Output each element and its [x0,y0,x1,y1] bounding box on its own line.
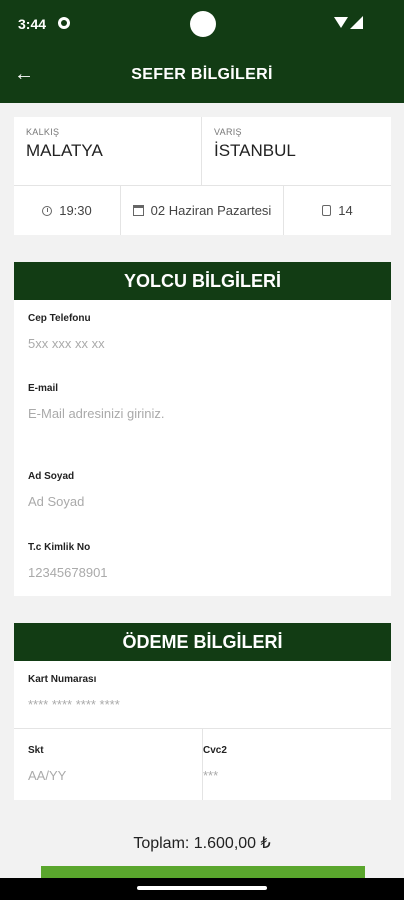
payment-form: Kart Numarası **** **** **** **** Skt AA… [14,661,391,800]
card-number-input[interactable]: **** **** **** **** [28,697,378,712]
page-title: SEFER BİLGİLERİ [131,66,273,83]
phone-input[interactable]: 5xx xxx xx xx [28,336,378,351]
wifi-icon [334,17,348,28]
trip-date: 02 Haziran Pazartesi [121,186,284,235]
trip-summary-card: KALKIŞ MALATYA VARIŞ İSTANBUL 19:30 02 H… [14,117,391,235]
cvc-label: Cvc2 [203,745,227,756]
card-number-field[interactable]: Kart Numarası **** **** **** **** [28,674,378,712]
tc-id-field[interactable]: T.c Kimlik No 12345678901 [28,542,378,580]
card-number-label: Kart Numarası [28,674,97,685]
arrival-city: İSTANBUL [214,141,296,160]
phone-label: Cep Telefonu [28,313,91,324]
passenger-form: Cep Telefonu 5xx xxx xx xx E-mail E-Mail… [14,300,391,596]
navigation-bar [0,878,404,900]
app-bar: ← SEFER BİLGİLERİ [0,48,404,103]
trip-time: 19:30 [14,186,121,235]
trip-time-value: 19:30 [59,203,92,218]
expiry-input[interactable]: AA/YY [28,768,188,783]
name-label: Ad Soyad [28,471,75,482]
trip-seat: 14 [284,186,391,235]
departure-label: KALKIŞ [26,127,60,137]
name-field[interactable]: Ad Soyad Ad Soyad [28,471,378,509]
expiry-field[interactable]: Skt AA/YY [28,745,188,783]
seat-icon [322,205,332,216]
status-time: 3:44 [18,16,47,32]
name-input[interactable]: Ad Soyad [28,494,378,509]
expiry-label: Skt [28,745,44,756]
email-field[interactable]: E-mail E-Mail adresinizi giriniz. [28,383,378,421]
camera-cutout [190,11,216,37]
clock-icon [42,205,53,216]
arrival-cell: VARIŞ İSTANBUL [202,117,391,185]
signal-icon [350,16,363,29]
cvc-input[interactable]: *** [203,768,363,783]
sync-icon [58,17,70,29]
email-label: E-mail [28,383,59,394]
departure-cell: KALKIŞ MALATYA [14,117,202,185]
tc-id-input[interactable]: 12345678901 [28,565,378,580]
status-bar: 3:44 [0,0,404,48]
pay-button[interactable] [41,866,365,878]
trip-date-value: 02 Haziran Pazartesi [150,203,272,218]
total-amount: Toplam: 1.600,00 ₺ [133,835,271,852]
email-input[interactable]: E-Mail adresinizi giriniz. [28,406,378,421]
phone-field[interactable]: Cep Telefonu 5xx xxx xx xx [28,313,378,351]
arrival-label: VARIŞ [214,127,242,137]
passenger-section-heading: YOLCU BİLGİLERİ [14,262,391,300]
trip-seat-value: 14 [338,203,353,218]
calendar-icon [132,205,144,216]
departure-city: MALATYA [26,141,103,160]
payment-section-heading: ÖDEME BİLGİLERİ [14,623,391,661]
tc-id-label: T.c Kimlik No [28,542,91,553]
cvc-field[interactable]: Cvc2 *** [203,745,363,783]
home-indicator[interactable] [137,886,267,890]
